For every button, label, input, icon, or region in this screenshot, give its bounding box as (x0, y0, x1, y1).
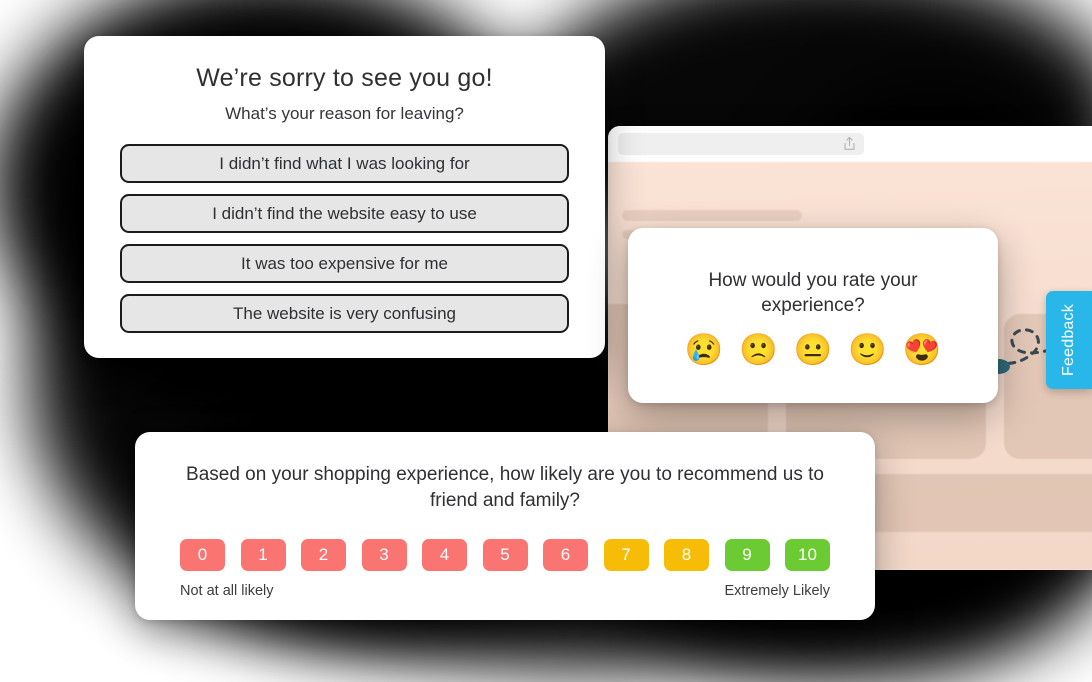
nps-question: Based on your shopping experience, how l… (186, 464, 824, 512)
exit-survey-option-1[interactable]: I didn’t find the website easy to use (120, 194, 569, 233)
screenshot-stage: Feedback We’re sorry to see you go! What… (0, 0, 1092, 682)
nps-score-8[interactable]: 8 (664, 539, 709, 572)
exit-survey-options: I didn’t find what I was looking for I d… (120, 144, 569, 333)
nps-score-2[interactable]: 2 (301, 539, 346, 572)
rating-question: How would you rate your experience? (708, 270, 918, 317)
exit-intent-survey-card: We’re sorry to see you go! What’s your r… (84, 36, 605, 358)
exit-survey-title: We’re sorry to see you go! (196, 64, 493, 92)
exit-survey-option-3[interactable]: The website is very confusing (120, 294, 569, 333)
page-placeholder-bar (622, 210, 802, 221)
exit-survey-option-2[interactable]: It was too expensive for me (120, 244, 569, 283)
emoji-rating-row: 😢 🙁 😐 🙂 😍 (658, 334, 968, 365)
nps-score-row: 0 1 2 3 4 5 6 7 8 9 10 (180, 539, 830, 572)
nps-score-5[interactable]: 5 (482, 539, 528, 572)
nps-score-4[interactable]: 4 (422, 539, 467, 572)
nps-score-3[interactable]: 3 (361, 539, 407, 572)
browser-toolbar (608, 126, 1092, 162)
emoji-rating-card: How would you rate your experience? 😢 🙁 … (628, 228, 998, 403)
share-upload-icon[interactable] (843, 136, 856, 151)
exit-survey-option-0[interactable]: I didn’t find what I was looking for (120, 144, 569, 183)
address-bar[interactable] (618, 133, 864, 155)
neutral-face-emoji[interactable]: 😐 (794, 334, 833, 365)
nps-score-6[interactable]: 6 (543, 539, 588, 572)
feedback-tab-button[interactable]: Feedback (1046, 291, 1092, 389)
nps-score-0[interactable]: 0 (180, 539, 225, 572)
nps-score-9[interactable]: 9 (724, 539, 770, 572)
crying-face-emoji[interactable]: 😢 (684, 334, 723, 365)
slightly-smiling-face-emoji[interactable]: 🙂 (848, 334, 887, 365)
nps-score-7[interactable]: 7 (603, 539, 649, 572)
nps-high-label: Extremely Likely (724, 583, 830, 600)
nps-score-1[interactable]: 1 (240, 539, 286, 572)
frowning-face-emoji[interactable]: 🙁 (739, 334, 778, 365)
nps-scale-labels: Not at all likely Extremely Likely (180, 583, 830, 599)
nps-score-10[interactable]: 10 (785, 539, 830, 572)
heart-eyes-face-emoji[interactable]: 😍 (903, 334, 942, 365)
feedback-tab-label: Feedback (1060, 304, 1077, 376)
nps-survey-card: Based on your shopping experience, how l… (135, 432, 875, 620)
exit-survey-subtitle: What’s your reason for leaving? (225, 104, 464, 123)
nps-low-label: Not at all likely (180, 583, 274, 600)
